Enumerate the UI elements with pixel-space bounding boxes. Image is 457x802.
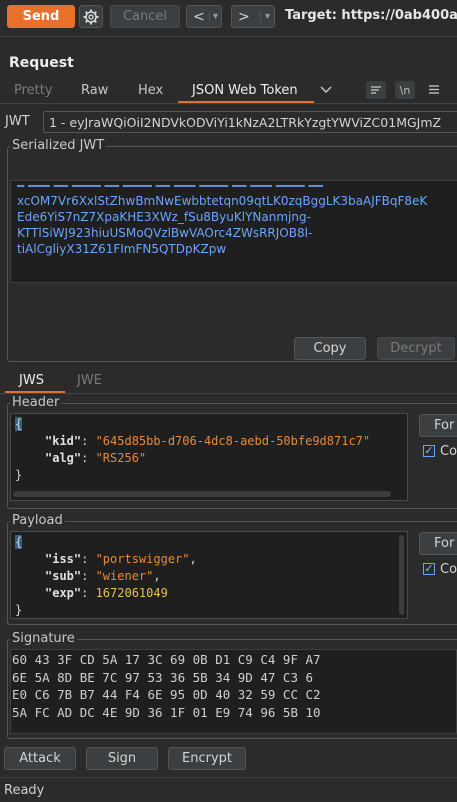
jws-tabs-divider: [0, 393, 457, 394]
settings-gear-button[interactable]: [79, 5, 103, 28]
signature-hex-row: 60 43 3F CD 5A 17 3C 69 0B D1 C9 C4 9F A…: [12, 652, 321, 667]
jwt-line: xcOM7Vr6XxlStZhwBmNwEwbbtetqn09qtLK0zqBg…: [17, 194, 428, 208]
payload-vertical-scrollbar[interactable]: [399, 535, 404, 615]
header-legend: Header: [10, 395, 62, 410]
request-heading: Request: [9, 55, 74, 71]
payload-open-brace: {: [15, 535, 23, 549]
serialized-jwt-cut-line: ━ ━━━ ━━ ━━━━ ━━ ━━━━ ━━ ━━━ ━━━━ ━━ ━━━…: [17, 183, 323, 193]
cancel-button[interactable]: Cancel: [110, 5, 180, 28]
jwt-line: Ede6YiS7nZ7XpaKHE3XWz_fSu8ByuKlYNanmjng-: [17, 210, 311, 224]
back-button[interactable]: < ▾: [186, 5, 222, 28]
payload-sub-value: "wiener": [95, 569, 154, 583]
serialized-jwt-legend: Serialized JWT: [10, 138, 107, 153]
copy-button[interactable]: Copy: [294, 337, 366, 360]
encrypt-button[interactable]: Encrypt: [168, 747, 246, 770]
more-tabs-chevron-icon[interactable]: [320, 84, 332, 99]
signature-hex-row: E0 C6 7B B7 44 F4 6E 95 0D 40 32 59 CC C…: [12, 687, 321, 702]
wrap-lines-icon[interactable]: [366, 81, 386, 99]
toolbar-divider: [0, 36, 457, 37]
signature-hex-view[interactable]: 60 43 3F CD 5A 17 3C 69 0B D1 C9 C4 9F A…: [10, 649, 457, 734]
status-bar-divider: [0, 777, 457, 778]
decrypt-button[interactable]: Decrypt: [377, 337, 455, 360]
payload-close-brace: }: [15, 603, 23, 617]
jwt-select[interactable]: 1 - eyJraWQiOiI2NDVkODViYi1kNzA2LTRkYzgt…: [43, 111, 457, 133]
back-dropdown-icon[interactable]: ▾: [208, 11, 218, 22]
forward-dropdown-icon[interactable]: ▾: [259, 11, 270, 22]
tabs-divider: [0, 103, 457, 104]
payload-legend: Payload: [10, 513, 65, 528]
signature-hex-row: 6E 5A 8D BE 7C 97 53 36 5B 34 9D 47 C3 6: [12, 669, 314, 685]
header-open-brace: {: [15, 417, 23, 431]
header-format-button[interactable]: For: [419, 414, 457, 437]
signature-legend: Signature: [10, 631, 77, 646]
payload-json-editor[interactable]: { "iss": "portswigger", "sub": "wiener",…: [10, 531, 408, 619]
payload-exp-value: 1672061049: [95, 586, 168, 600]
menu-icon[interactable]: [428, 84, 440, 99]
header-close-brace: }: [15, 468, 23, 482]
payload-compact-checkbox[interactable]: ✓: [423, 563, 435, 575]
header-compact-checkbox[interactable]: ✓: [423, 445, 435, 457]
signature-hex-row: 5A FC AD DC 4E 9D 36 1F 01 E9 74 96 5B 1…: [12, 704, 321, 720]
header-alg-key: "alg": [45, 451, 82, 465]
status-text: Ready: [4, 783, 45, 798]
tab-hex[interactable]: Hex: [138, 83, 163, 98]
tab-raw[interactable]: Raw: [81, 83, 108, 98]
tab-jws[interactable]: JWS: [19, 373, 44, 388]
tab-pretty[interactable]: Pretty: [14, 83, 53, 98]
newline-toggle-icon[interactable]: \n: [395, 81, 415, 99]
serialized-jwt-textarea[interactable]: ━ ━━━ ━━ ━━━━ ━━ ━━━━ ━━ ━━━ ━━━━ ━━ ━━━…: [10, 180, 457, 283]
header-json-editor[interactable]: { "kid": "645d85bb-d706-4dc8-aebd-50bfe9…: [10, 413, 408, 501]
payload-format-button[interactable]: For: [419, 532, 457, 555]
back-arrow-icon: <: [193, 8, 205, 25]
payload-compact-label: Co: [440, 562, 457, 577]
forward-button[interactable]: > ▾: [231, 5, 275, 28]
attack-button[interactable]: Attack: [4, 747, 76, 770]
forward-arrow-icon: >: [238, 8, 250, 25]
jwt-line: tiAlCgliyX31Z61FImFN5QTDpKZpw: [17, 242, 227, 256]
jwt-label: JWT: [5, 114, 30, 129]
payload-iss-key: "iss": [45, 552, 82, 566]
target-url[interactable]: Target: https://0ab400a20: [285, 8, 457, 23]
payload-exp-key: "exp": [45, 586, 82, 600]
header-alg-value: "RS256": [95, 451, 147, 465]
jwt-line: KTTlSiWJ923hiuUSMoQVzlBwVAOrc4ZWsRRJOB8l…: [17, 226, 313, 240]
payload-sub-key: "sub": [45, 569, 82, 583]
sign-button[interactable]: Sign: [86, 747, 158, 770]
send-button[interactable]: Send: [7, 5, 75, 28]
top-toolbar: Send Cancel < ▾ > ▾ Target: https://0ab4…: [0, 0, 457, 34]
header-compact-label: Co: [440, 444, 457, 459]
tab-jwe[interactable]: JWE: [77, 373, 102, 388]
tab-json-web-token[interactable]: JSON Web Token: [192, 83, 298, 98]
header-kid-value: "645d85bb-d706-4dc8-aebd-50bfe9d871c7": [95, 434, 371, 448]
header-kid-key: "kid": [45, 434, 82, 448]
payload-iss-value: "portswigger": [95, 552, 190, 566]
header-horizontal-scrollbar[interactable]: [13, 491, 391, 497]
gear-icon: [83, 9, 99, 24]
